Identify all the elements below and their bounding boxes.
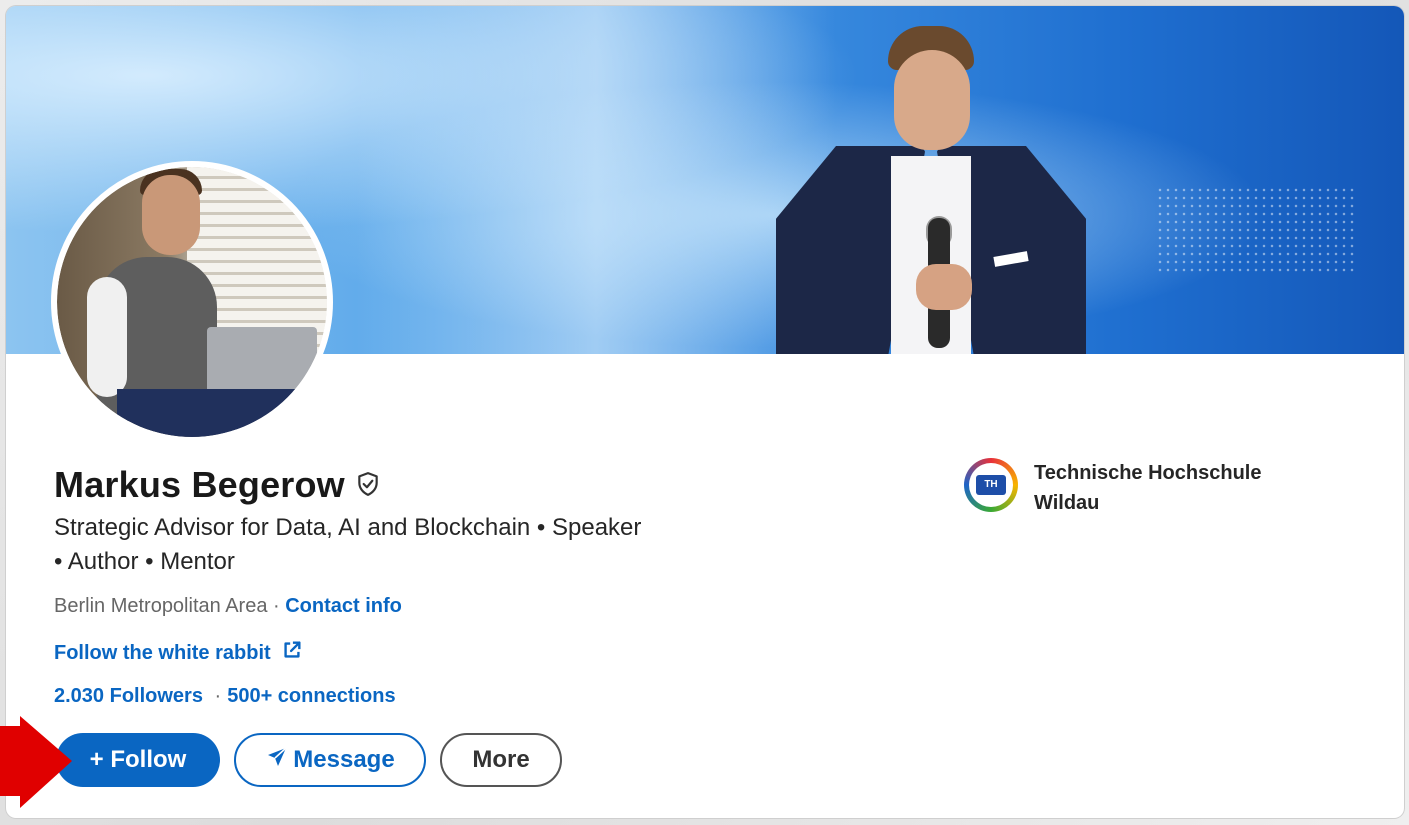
school-name: Technische Hochschule Wildau xyxy=(1034,462,1262,514)
school-logo-text: TH xyxy=(976,475,1006,495)
profile-headline: Strategic Advisor for Data, AI and Block… xyxy=(54,514,642,575)
send-icon xyxy=(265,745,289,776)
banner-light-glow xyxy=(356,6,836,354)
more-button[interactable]: More xyxy=(440,733,562,787)
profile-card: Markus Begerow Strategic Advisor for Dat… xyxy=(6,6,1404,818)
message-label: Message xyxy=(293,746,395,773)
profile-actions: + Follow Message More xyxy=(56,733,562,787)
stats-row: 2.030 Followers · 500+ connections xyxy=(54,685,396,708)
annotation-arrow-icon xyxy=(0,716,72,808)
education-school[interactable]: TH Technische Hochschule Wildau xyxy=(964,458,1314,518)
verified-shield-icon[interactable] xyxy=(355,469,381,502)
stats-separator: · xyxy=(214,685,222,707)
location-row: Berlin Metropolitan Area · Contact info xyxy=(54,595,402,618)
message-button[interactable]: Message xyxy=(234,733,426,787)
banner-dot-pattern xyxy=(1156,186,1356,276)
external-link-icon xyxy=(281,639,303,667)
connections-link[interactable]: 500+ connections xyxy=(227,685,395,707)
follow-button[interactable]: + Follow xyxy=(56,733,220,787)
profile-location: Berlin Metropolitan Area xyxy=(54,595,268,617)
banner-speaker-photo xyxy=(776,26,1086,354)
profile-avatar[interactable] xyxy=(51,161,333,443)
contact-info-link[interactable]: Contact info xyxy=(285,595,402,617)
profile-name: Markus Begerow xyxy=(54,464,345,505)
school-logo-icon: TH xyxy=(964,458,1018,512)
name-row: Markus Begerow xyxy=(54,464,381,506)
website-label: Follow the white rabbit xyxy=(54,641,271,664)
location-separator: · xyxy=(267,595,286,617)
website-link[interactable]: Follow the white rabbit xyxy=(54,639,303,667)
followers-link[interactable]: 2.030 Followers xyxy=(54,685,203,707)
